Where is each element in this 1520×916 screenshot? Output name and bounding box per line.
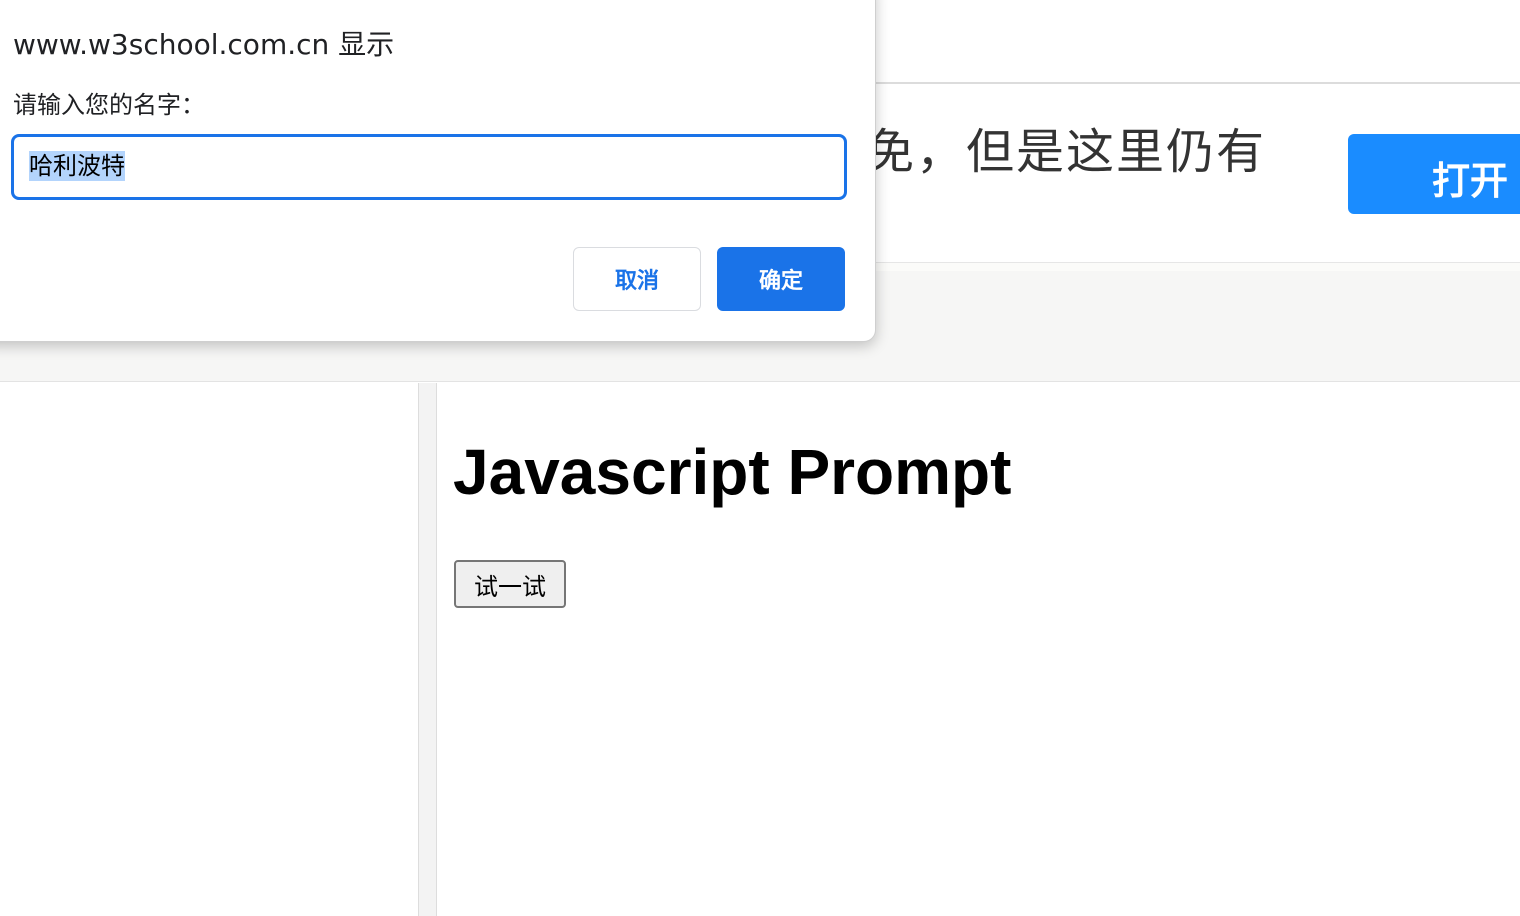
result-pane: Javascript Prompt 试一试 (437, 383, 1520, 916)
prompt-input-value: 哈利波特 (29, 151, 125, 181)
prompt-dialog: www.w3school.com.cn 显示 请输入您的名字： 哈利波特 取消 … (0, 0, 876, 342)
ok-button[interactable]: 确定 (717, 247, 845, 311)
open-app-button[interactable]: 打开 (1348, 134, 1520, 214)
pane-splitter[interactable] (418, 383, 437, 916)
dialog-title: www.w3school.com.cn 显示 (13, 28, 395, 61)
open-app-button-label: 打开 (1432, 159, 1509, 203)
result-heading: Javascript Prompt (453, 436, 1012, 508)
try-it-button[interactable]: 试一试 (454, 560, 566, 608)
prompt-input[interactable]: 哈利波特 (11, 134, 847, 200)
promo-banner-text: 免，但是这里仍有 (866, 124, 1267, 180)
cancel-button[interactable]: 取消 (573, 247, 701, 311)
browser-viewport: 免，但是这里仍有 打开 Javascript Prompt 试一试 www.w3… (0, 0, 1520, 916)
dialog-message: 请输入您的名字： (13, 91, 205, 119)
code-editor-pane[interactable] (0, 383, 418, 916)
